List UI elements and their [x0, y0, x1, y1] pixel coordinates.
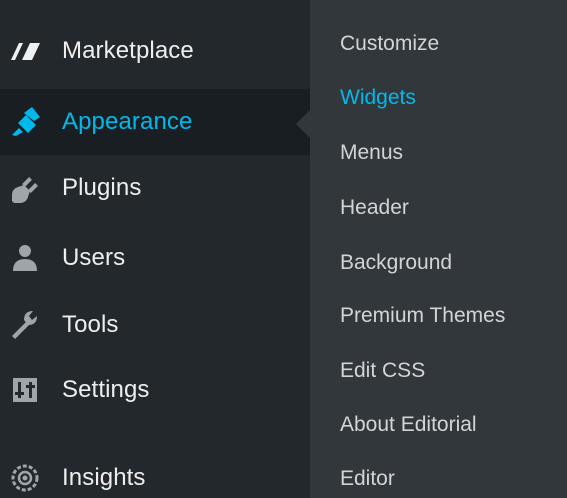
submenu-item-menus[interactable]: Menus: [340, 141, 403, 165]
submenu-item-header[interactable]: Header: [340, 196, 409, 220]
admin-sidebar-menu: Marketplace Appearance Plugins Users Too…: [0, 0, 310, 498]
submenu-item-about-editorial[interactable]: About Editorial: [340, 413, 477, 437]
submenu-item-edit-css[interactable]: Edit CSS: [340, 359, 425, 383]
menu-item-plugins[interactable]: Plugins: [0, 155, 310, 221]
submenu-item-customize[interactable]: Customize: [340, 32, 439, 56]
wrench-icon: [8, 308, 42, 342]
menu-item-label: Appearance: [62, 108, 193, 135]
menu-item-label: Plugins: [62, 174, 142, 201]
submenu-item-editor[interactable]: Editor: [340, 467, 395, 491]
menu-item-marketplace[interactable]: Marketplace: [0, 18, 310, 84]
submenu-item-premium-themes[interactable]: Premium Themes: [340, 304, 505, 328]
appearance-submenu: Customize Widgets Menus Header Backgroun…: [310, 0, 567, 498]
menu-item-insights[interactable]: Insights: [0, 445, 310, 498]
submenu-item-widgets[interactable]: Widgets: [340, 86, 416, 110]
menu-item-label: Marketplace: [62, 37, 194, 64]
menu-item-appearance[interactable]: Appearance: [0, 89, 310, 155]
active-menu-pointer: [296, 110, 310, 138]
insights-icon: [8, 461, 42, 495]
menu-item-label: Settings: [62, 376, 150, 403]
plugin-icon: [8, 171, 42, 205]
menu-item-label: Insights: [62, 464, 146, 491]
menu-item-users[interactable]: Users: [0, 225, 310, 291]
admin-menu-screenshot: Marketplace Appearance Plugins Users Too…: [0, 0, 567, 498]
menu-item-label: Users: [62, 244, 126, 271]
paintbrush-icon: [8, 105, 42, 139]
menu-item-tools[interactable]: Tools: [0, 292, 310, 358]
settings-icon: [8, 373, 42, 407]
menu-item-label: Tools: [62, 311, 119, 338]
menu-item-settings[interactable]: Settings: [0, 357, 310, 423]
users-icon: [8, 241, 42, 275]
submenu-item-background[interactable]: Background: [340, 251, 452, 275]
marketplace-icon: [8, 34, 42, 68]
